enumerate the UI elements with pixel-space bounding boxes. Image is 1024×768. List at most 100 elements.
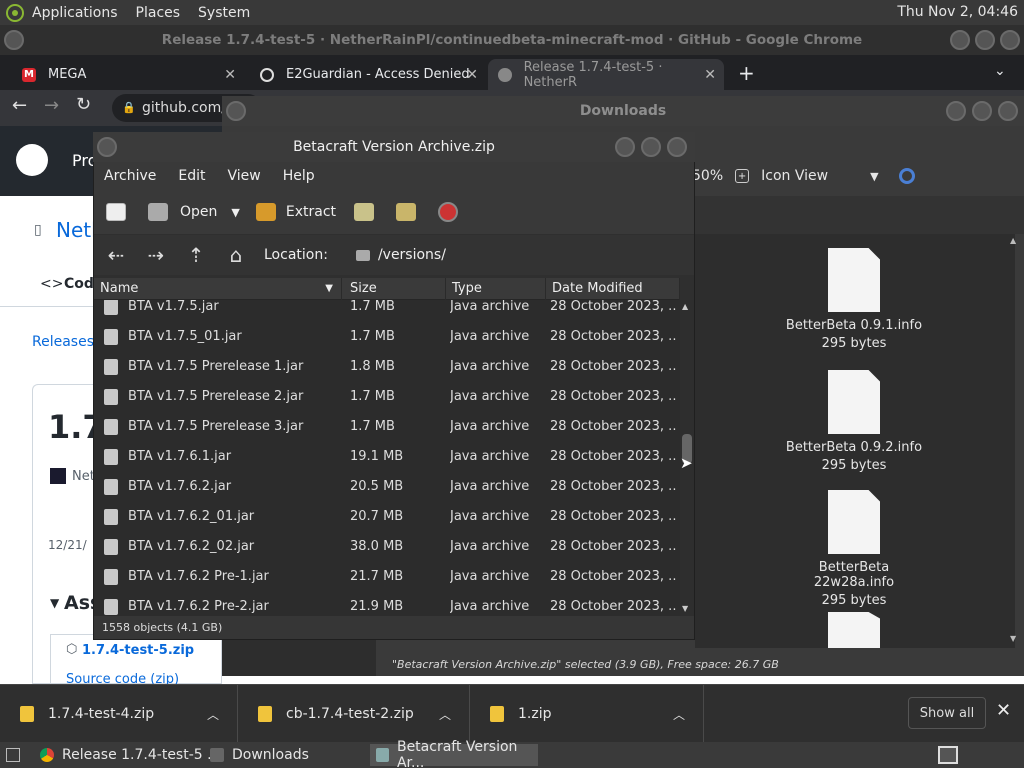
zoom-level: 50% — [692, 168, 724, 184]
minimize-button[interactable] — [615, 137, 635, 157]
zoom-in-icon[interactable]: + — [735, 169, 750, 183]
system-menu[interactable]: System — [198, 5, 250, 21]
places-menu[interactable]: Places — [136, 5, 181, 21]
task-downloads[interactable]: Downloads — [204, 744, 364, 766]
chevron-up-icon[interactable]: ︿ — [673, 706, 685, 723]
close-tab-icon[interactable]: ✕ — [224, 67, 236, 83]
table-row[interactable]: BTA v1.7.6.1.jar 19.1 MB Java archive 28 Oc… — [94, 442, 680, 472]
release-author[interactable]: Net — [72, 469, 95, 484]
close-button[interactable] — [667, 137, 687, 157]
reload-icon[interactable]: ↻ — [76, 94, 91, 115]
releases-link[interactable]: Releases — [32, 334, 94, 350]
scroll-up-icon[interactable]: ▲ — [682, 302, 688, 311]
chrome-titlebar: Release 1.7.4-test-5 · NetherRainPl/cont… — [0, 25, 1024, 55]
tab-search-chevron-icon[interactable]: ⌄ — [994, 63, 1006, 79]
scroll-down-icon[interactable]: ▼ — [682, 604, 688, 613]
task-chrome[interactable]: Release 1.7.4-test-5 ... — [34, 744, 224, 766]
caret-down-icon[interactable]: ▼ — [50, 596, 59, 610]
maximize-button[interactable] — [972, 101, 992, 121]
close-button[interactable] — [998, 101, 1018, 121]
chevron-up-icon[interactable]: ︿ — [439, 706, 451, 723]
document-icon[interactable] — [828, 612, 880, 648]
column-name[interactable]: Name ▼ — [94, 278, 342, 300]
chevron-up-icon[interactable]: ︿ — [207, 706, 219, 723]
column-date[interactable]: Date Modified — [546, 278, 680, 300]
extract-icon[interactable] — [255, 203, 276, 221]
menu-archive[interactable]: Archive — [104, 168, 156, 184]
workspace-switcher-icon[interactable] — [938, 746, 958, 764]
archive-icon — [376, 748, 389, 762]
minimize-button[interactable] — [950, 30, 970, 50]
menu-edit[interactable]: Edit — [178, 168, 205, 184]
view-mode-select[interactable]: Icon View — [761, 168, 828, 184]
downloads-scrollbar[interactable]: ▲ ▼ — [1010, 236, 1020, 646]
maximize-button[interactable] — [641, 137, 661, 157]
close-tab-icon[interactable]: ✕ — [704, 67, 716, 83]
table-row[interactable]: BTA v1.7.5.jar 1.7 MB Java archive 28 Octob… — [94, 300, 680, 322]
forward-arrow-icon[interactable]: → — [44, 95, 59, 116]
close-button[interactable] — [1000, 30, 1020, 50]
forward-icon[interactable]: ⇢ — [144, 243, 168, 267]
show-all-button[interactable]: Show all — [908, 697, 986, 729]
table-row[interactable]: BTA v1.7.5 Prerelease 2.jar 1.7 MB Java ar… — [94, 382, 680, 412]
scroll-down-icon[interactable]: ▼ — [1010, 634, 1016, 643]
author-avatar[interactable] — [50, 468, 66, 484]
window-menu-button[interactable] — [4, 30, 24, 50]
table-row[interactable]: BTA v1.7.5 Prerelease 3.jar 1.7 MB Java ar… — [94, 412, 680, 442]
column-size[interactable]: Size — [344, 278, 446, 300]
file-name: BTA v1.7.6.2.jar — [128, 479, 232, 494]
scroll-up-icon[interactable]: ▲ — [1010, 236, 1016, 245]
new-archive-icon[interactable] — [106, 203, 126, 221]
table-row[interactable]: BTA v1.7.6.2.jar 20.5 MB Java archive 28 Oc… — [94, 472, 680, 502]
download-item[interactable]: cb-1.7.4-test-2.zip ︿ — [238, 685, 470, 743]
dropdown-arrow-icon[interactable]: ▼ — [870, 170, 878, 183]
home-icon[interactable]: ⌂ — [224, 243, 248, 267]
table-row[interactable]: BTA v1.7.6.2_02.jar 38.0 MB Java archive 28… — [94, 532, 680, 562]
download-item[interactable]: 1.7.4-test-4.zip ︿ — [0, 685, 238, 743]
open-dropdown-icon[interactable]: ▼ — [231, 206, 239, 219]
table-row[interactable]: BTA v1.7.6.2 Pre-2.jar 21.9 MB Java archiv… — [94, 592, 680, 616]
menu-view[interactable]: View — [228, 168, 261, 184]
window-menu-button[interactable] — [226, 101, 246, 121]
file-item[interactable]: BetterBeta 22w28a.info 295 bytes — [779, 490, 929, 608]
window-menu-button[interactable] — [97, 137, 117, 157]
open-folder-icon[interactable] — [148, 203, 168, 221]
top-panel: Applications Places System Thu Nov 2, 04… — [0, 0, 1024, 25]
add-files-icon[interactable] — [354, 203, 375, 221]
new-tab-button[interactable]: + — [738, 61, 755, 85]
table-row[interactable]: BTA v1.7.5 Prerelease 1.jar 1.8 MB Java ar… — [94, 352, 680, 382]
table-row[interactable]: BTA v1.7.5_01.jar 1.7 MB Java archive 28 Oc… — [94, 322, 680, 352]
menu-help[interactable]: Help — [283, 168, 315, 184]
add-folder-icon[interactable] — [396, 203, 417, 221]
search-icon[interactable] — [898, 168, 915, 184]
maximize-button[interactable] — [975, 30, 995, 50]
tab-mega[interactable]: M MEGA ✕ — [12, 59, 244, 90]
file-date: 28 October 2023, ... — [550, 569, 676, 584]
table-row[interactable]: BTA v1.7.6.2_01.jar 20.7 MB Java archive 28… — [94, 502, 680, 532]
stop-icon[interactable] — [438, 202, 459, 222]
file-item[interactable]: BetterBeta 0.9.2.info 295 bytes — [779, 370, 929, 473]
applications-menu[interactable]: Applications — [32, 5, 118, 21]
extract-button[interactable]: Extract — [286, 204, 336, 220]
tab-release[interactable]: Release 1.7.4-test-5 · NetherR ✕ — [488, 59, 724, 90]
minimize-button[interactable] — [946, 101, 966, 121]
file-item[interactable]: BetterBeta 0.9.1.info 295 bytes — [779, 248, 929, 351]
close-download-bar-icon[interactable]: ✕ — [996, 700, 1011, 721]
source-code-link[interactable]: Source code (zip) — [66, 672, 179, 684]
close-tab-icon[interactable]: ✕ — [466, 67, 478, 83]
tab-e2guardian[interactable]: E2Guardian - Access Denied ✕ — [250, 59, 486, 90]
gnome-foot-icon[interactable] — [6, 3, 24, 22]
task-archive-manager[interactable]: Betacraft Version Ar... — [370, 739, 538, 768]
github-logo-icon[interactable] — [16, 144, 48, 176]
back-arrow-icon[interactable]: ← — [12, 95, 27, 116]
download-item[interactable]: 1.zip ︿ — [470, 685, 704, 743]
column-type[interactable]: Type — [446, 278, 546, 300]
location-path[interactable]: /versions/ — [378, 247, 446, 263]
asset-zip-link[interactable]: 1.7.4-test-5.zip — [82, 643, 194, 658]
show-desktop-icon[interactable] — [6, 748, 20, 762]
up-icon[interactable]: ⇡ — [184, 243, 208, 267]
open-button[interactable]: Open — [180, 204, 217, 220]
table-row[interactable]: BTA v1.7.6.2 Pre-1.jar 21.7 MB Java archiv… — [94, 562, 680, 592]
clock[interactable]: Thu Nov 2, 04:46 — [897, 4, 1018, 20]
back-icon[interactable]: ⇠ — [104, 243, 128, 267]
